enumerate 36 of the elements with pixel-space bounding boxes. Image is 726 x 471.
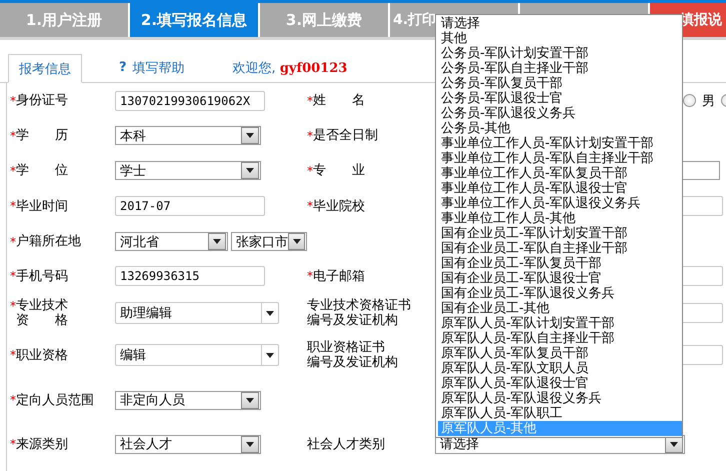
radio-label: 男 — [702, 92, 715, 110]
required-mark: * — [10, 234, 16, 250]
field-label: 学 历 — [16, 128, 68, 143]
required-mark: * — [10, 348, 16, 363]
field-label: 户籍所在地 — [16, 234, 81, 249]
required-mark: * — [307, 269, 313, 284]
required-mark: * — [10, 437, 16, 452]
field-label: 社会人才类别 — [307, 436, 385, 452]
required-mark: * — [307, 128, 313, 144]
field-label: 专业技术资格证书 编号及发证机构 — [307, 298, 411, 328]
field-label: 专 业 — [313, 163, 365, 178]
required-mark: * — [10, 94, 16, 108]
required-mark: * — [10, 128, 16, 144]
field-label: 毕业院校 — [313, 198, 365, 214]
field-label: 是否全日制 — [313, 128, 378, 143]
required-mark: * — [307, 199, 313, 214]
field-label: 电子邮箱 — [313, 268, 365, 284]
field-label: 定向人员范围 — [16, 392, 94, 408]
required-mark: * — [10, 164, 16, 178]
field-label: 毕业时间 — [16, 198, 68, 214]
field-label: 来源类别 — [16, 436, 68, 452]
field-label: 姓 名 — [313, 93, 365, 108]
field-label: 学 位 — [16, 163, 68, 178]
field-label: 手机号码 — [16, 268, 68, 284]
field-label: 身份证号 — [16, 93, 68, 108]
required-mark: * — [10, 269, 16, 284]
field-label: 职业资格证书 编号及发证机构 — [307, 340, 398, 370]
required-mark: * — [307, 164, 313, 178]
field-label: 专业技术 资 格 — [16, 298, 68, 328]
field-label: 职业资格 — [16, 348, 68, 362]
welcome-text: 欢迎您, gyf00123 — [232, 60, 348, 76]
required-mark: * — [10, 299, 16, 314]
required-mark: * — [10, 393, 16, 408]
required-mark: * — [10, 199, 16, 214]
required-mark: * — [307, 94, 313, 108]
help-icon: ? — [119, 60, 127, 75]
